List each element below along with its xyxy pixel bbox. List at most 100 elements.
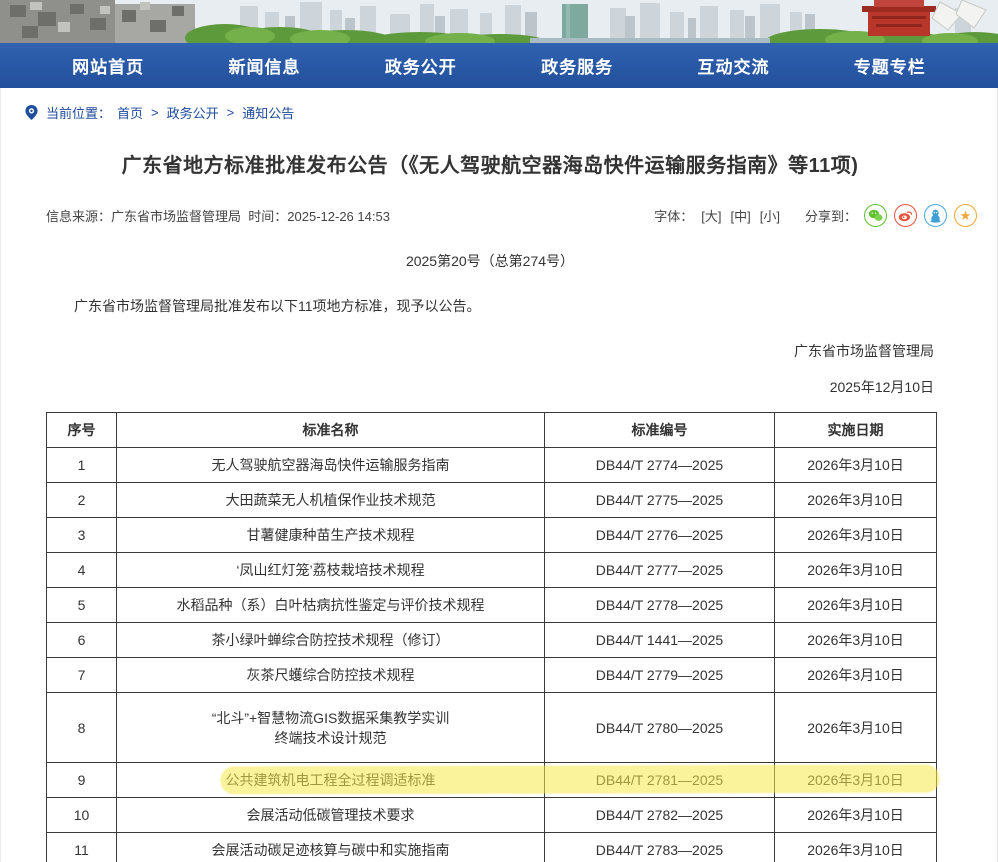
cell-seq: 9 bbox=[47, 763, 117, 798]
table-row: 4 ‘凤山红灯笼’荔枝栽培技术规程 DB44/T 2777—2025 2026年… bbox=[47, 553, 937, 588]
standards-table: 序号 标准名称 标准编号 实施日期 1 无人驾驶航空器海岛快件运输服务指南 DB… bbox=[46, 412, 937, 862]
cell-seq: 8 bbox=[47, 693, 117, 763]
breadcrumb-label: 当前位置： bbox=[46, 103, 111, 122]
cell-name: 公共建筑机电工程全过程调适标准 bbox=[117, 763, 545, 798]
cell-name: 大田蔬菜无人机植保作业技术规范 bbox=[117, 483, 545, 518]
cell-seq: 10 bbox=[47, 798, 117, 833]
cell-date: 2026年3月10日 bbox=[775, 693, 937, 763]
cell-date: 2026年3月10日 bbox=[775, 833, 937, 862]
header-seq: 序号 bbox=[47, 413, 117, 448]
header-name: 标准名称 bbox=[117, 413, 545, 448]
signature-agency: 广东省市场监督管理局 bbox=[46, 341, 934, 361]
article-meta-tools: 字体： [大] [中] [小] 分享到： bbox=[654, 204, 977, 227]
cell-code: DB44/T 1441—2025 bbox=[545, 623, 775, 658]
nav-item-gov-services[interactable]: 政务服务 bbox=[541, 53, 613, 78]
cell-seq: 4 bbox=[47, 553, 117, 588]
table-row-highlighted: 9 公共建筑机电工程全过程调适标准 DB44/T 2781—2025 2026年… bbox=[47, 763, 937, 798]
font-size-small-button[interactable]: [小] bbox=[760, 206, 780, 225]
breadcrumb-item-notices[interactable]: 通知公告 bbox=[242, 103, 294, 122]
breadcrumb-item-home[interactable]: 首页 bbox=[117, 103, 143, 122]
cell-seq: 5 bbox=[47, 588, 117, 623]
cell-name: “北斗”+智慧物流GIS数据采集教学实训 终端技术设计规范 bbox=[117, 693, 545, 763]
document-number: 2025第20号（总第274号） bbox=[46, 251, 934, 271]
cell-date: 2026年3月10日 bbox=[775, 588, 937, 623]
cell-code: DB44/T 2777—2025 bbox=[545, 553, 775, 588]
table-row: 8 “北斗”+智慧物流GIS数据采集教学实训 终端技术设计规范 DB44/T 2… bbox=[47, 693, 937, 763]
wechat-icon[interactable] bbox=[864, 204, 887, 227]
city-skyline-graphic bbox=[0, 0, 998, 43]
location-pin-icon bbox=[23, 104, 40, 121]
page-title: 广东省地方标准批准发布公告（《无人驾驶航空器海岛快件运输服务指南》等11项) bbox=[46, 149, 934, 178]
source-label: 信息来源： bbox=[46, 209, 111, 224]
cell-code: DB44/T 2776—2025 bbox=[545, 518, 775, 553]
nav-item-interaction[interactable]: 互动交流 bbox=[697, 53, 769, 78]
cell-seq: 1 bbox=[47, 448, 117, 483]
cell-code: DB44/T 2778—2025 bbox=[545, 588, 775, 623]
qq-icon[interactable] bbox=[924, 204, 947, 227]
breadcrumb: 当前位置： 首页 > 政务公开 > 通知公告 bbox=[1, 88, 997, 122]
table-row: 7 灰茶尺蠖综合防控技术规程 DB44/T 2779—2025 2026年3月1… bbox=[47, 658, 937, 693]
nav-item-news[interactable]: 新闻信息 bbox=[228, 53, 300, 78]
cell-date: 2026年3月10日 bbox=[775, 518, 937, 553]
header-code: 标准编号 bbox=[545, 413, 775, 448]
table-row: 2 大田蔬菜无人机植保作业技术规范 DB44/T 2775—2025 2026年… bbox=[47, 483, 937, 518]
nav-item-special-topics[interactable]: 专题专栏 bbox=[854, 53, 926, 78]
table-row: 10 会展活动低碳管理技术要求 DB44/T 2782—2025 2026年3月… bbox=[47, 798, 937, 833]
cell-date: 2026年3月10日 bbox=[775, 798, 937, 833]
cell-code: DB44/T 2783—2025 bbox=[545, 833, 775, 862]
cell-date: 2026年3月10日 bbox=[775, 553, 937, 588]
cell-date: 2026年3月10日 bbox=[775, 658, 937, 693]
cell-date: 2026年3月10日 bbox=[775, 763, 937, 798]
cell-seq: 6 bbox=[47, 623, 117, 658]
table-row: 3 甘薯健康种苗生产技术规程 DB44/T 2776—2025 2026年3月1… bbox=[47, 518, 937, 553]
standards-table-wrap: 序号 标准名称 标准编号 实施日期 1 无人驾驶航空器海岛快件运输服务指南 DB… bbox=[46, 412, 934, 862]
font-size-large-button[interactable]: [大] bbox=[701, 206, 721, 225]
cell-seq: 7 bbox=[47, 658, 117, 693]
source-value: 广东省市场监督管理局 bbox=[111, 209, 241, 224]
cell-date: 2026年3月10日 bbox=[775, 483, 937, 518]
signature-date: 2025年12月10日 bbox=[46, 377, 934, 397]
cell-name: ‘凤山红灯笼’荔枝栽培技术规程 bbox=[117, 553, 545, 588]
cell-code: DB44/T 2775—2025 bbox=[545, 483, 775, 518]
weibo-icon[interactable] bbox=[894, 204, 917, 227]
cell-seq: 11 bbox=[47, 833, 117, 862]
cell-code: DB44/T 2779—2025 bbox=[545, 658, 775, 693]
font-size-label: 字体： bbox=[654, 206, 693, 225]
cell-code: DB44/T 2780—2025 bbox=[545, 693, 775, 763]
cell-name: 甘薯健康种苗生产技术规程 bbox=[117, 518, 545, 553]
font-size-medium-button[interactable]: [中] bbox=[731, 206, 751, 225]
nav-item-gov-info[interactable]: 政务公开 bbox=[385, 53, 457, 78]
article: 广东省地方标准批准发布公告（《无人驾驶航空器海岛快件运输服务指南》等11项) 信… bbox=[1, 149, 997, 862]
announcement-body: 广东省市场监督管理局批准发布以下11项地方标准，现予以公告。 bbox=[46, 296, 934, 317]
cell-name: 灰茶尺蠖综合防控技术规程 bbox=[117, 658, 545, 693]
cell-name: 会展活动碳足迹核算与碳中和实施指南 bbox=[117, 833, 545, 862]
cell-seq: 2 bbox=[47, 483, 117, 518]
cell-name: 会展活动低碳管理技术要求 bbox=[117, 798, 545, 833]
cell-name: 茶小绿叶蝉综合防控技术规程（修订） bbox=[117, 623, 545, 658]
page: 网站首页 新闻信息 政务公开 政务服务 互动交流 专题专栏 当前位置： 首页 >… bbox=[0, 0, 998, 862]
cell-code: DB44/T 2774—2025 bbox=[545, 448, 775, 483]
main-nav: 网站首页 新闻信息 政务公开 政务服务 互动交流 专题专栏 bbox=[0, 43, 998, 88]
article-meta-row: 信息来源：广东省市场监督管理局 时间：2025-12-26 14:53 字体： … bbox=[46, 204, 977, 227]
table-header-row: 序号 标准名称 标准编号 实施日期 bbox=[47, 413, 937, 448]
cell-date: 2026年3月10日 bbox=[775, 623, 937, 658]
breadcrumb-separator: > bbox=[227, 105, 235, 120]
table-row: 1 无人驾驶航空器海岛快件运输服务指南 DB44/T 2774—2025 202… bbox=[47, 448, 937, 483]
cell-code: DB44/T 2782—2025 bbox=[545, 798, 775, 833]
table-row: 11 会展活动碳足迹核算与碳中和实施指南 DB44/T 2783—2025 20… bbox=[47, 833, 937, 862]
qzone-star-icon[interactable]: ★ bbox=[954, 204, 977, 227]
share-label: 分享到： bbox=[805, 206, 857, 225]
breadcrumb-separator: > bbox=[151, 105, 159, 120]
cell-name: 无人驾驶航空器海岛快件运输服务指南 bbox=[117, 448, 545, 483]
header-banner-image bbox=[0, 0, 998, 43]
article-meta-source: 信息来源：广东省市场监督管理局 时间：2025-12-26 14:53 bbox=[46, 206, 390, 225]
time-label: 时间： bbox=[248, 209, 287, 224]
breadcrumb-item-gov-info[interactable]: 政务公开 bbox=[167, 103, 219, 122]
cell-name: 水稻品种（系）白叶枯病抗性鉴定与评价技术规程 bbox=[117, 588, 545, 623]
header-date: 实施日期 bbox=[775, 413, 937, 448]
nav-item-home[interactable]: 网站首页 bbox=[72, 53, 144, 78]
time-value: 2025-12-26 14:53 bbox=[287, 209, 390, 224]
table-row: 5 水稻品种（系）白叶枯病抗性鉴定与评价技术规程 DB44/T 2778—202… bbox=[47, 588, 937, 623]
cell-code: DB44/T 2781—2025 bbox=[545, 763, 775, 798]
table-row: 6 茶小绿叶蝉综合防控技术规程（修订） DB44/T 1441—2025 202… bbox=[47, 623, 937, 658]
